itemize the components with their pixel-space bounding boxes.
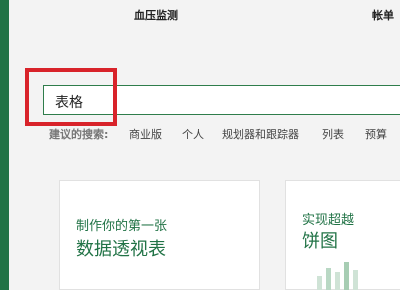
card-subtitle: 制作你的第一张 [76,219,168,234]
highlight-annotation [25,68,117,126]
template-card-pivot-table[interactable]: 制作你的第一张 数据透视表 [59,180,260,290]
card-title: 数据透视表 [76,239,166,260]
suggestion-lists[interactable]: 列表 [322,126,344,142]
card-title: 饼图 [302,231,338,252]
template-title-blood-pressure[interactable]: 血压监测 [134,7,178,23]
card-subtitle: 实现超越 [302,213,355,228]
template-strip [9,0,400,30]
suggested-searches-label: 建议的搜索: [49,128,109,141]
suggestion-planners-trackers[interactable]: 规划器和跟踪器 [222,126,299,142]
suggestion-budget[interactable]: 预算 [365,126,387,142]
chart-thumbnail-icon [317,262,358,290]
suggestion-personal[interactable]: 个人 [182,126,204,142]
app-accent-bar [0,0,9,290]
template-title-bill[interactable]: 帐单 [372,7,394,23]
suggestion-business[interactable]: 商业版 [129,126,162,142]
